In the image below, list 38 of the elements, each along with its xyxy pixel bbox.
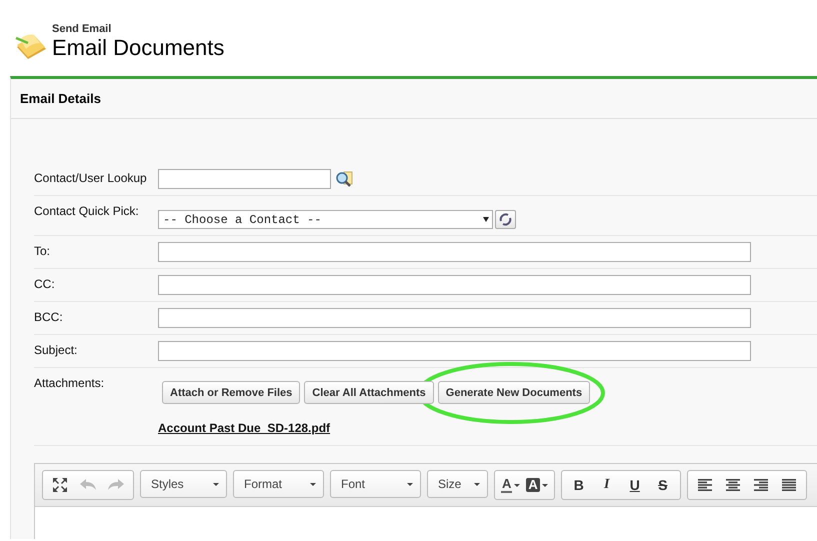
text-field[interactable]: [158, 308, 751, 328]
text-field[interactable]: [158, 242, 751, 262]
attachment-link[interactable]: Account Past Due_SD-128.pdf: [158, 421, 330, 435]
strike-button[interactable]: S: [648, 473, 677, 497]
field-label: Subject:: [34, 342, 78, 359]
attachment-button[interactable]: Clear All Attachments: [304, 381, 434, 404]
page-title: Email Documents: [52, 36, 224, 60]
align-center-icon[interactable]: [726, 479, 740, 491]
attachment-button[interactable]: Generate New Documents: [438, 381, 590, 404]
underline-button[interactable]: U: [620, 473, 649, 497]
attachment-button[interactable]: Attach or Remove Files: [162, 381, 300, 404]
italic-button[interactable]: I: [592, 473, 621, 497]
text-field[interactable]: [158, 275, 751, 295]
align-right-icon[interactable]: [754, 479, 768, 491]
refresh-icon[interactable]: [499, 213, 512, 226]
field-label: Contact/User Lookup: [34, 170, 148, 187]
panel-title: Email Details: [20, 91, 101, 106]
page-subtitle: Send Email: [52, 23, 112, 36]
text-color-button[interactable]: A: [498, 473, 524, 497]
toolbar-dropdown[interactable]: Font: [330, 470, 421, 498]
field-label: BCC:: [34, 309, 64, 326]
refresh-button[interactable]: [495, 210, 516, 229]
toolbar-dropdown[interactable]: Styles: [140, 470, 227, 498]
align-justify-icon[interactable]: [782, 479, 796, 491]
background-color-button[interactable]: A: [523, 473, 551, 497]
toolbar-dropdown[interactable]: Format: [233, 470, 324, 498]
toolbar-dropdown[interactable]: Size: [427, 470, 488, 498]
field-label: To:: [34, 243, 52, 260]
lookup-field[interactable]: [158, 169, 331, 189]
align-left-icon[interactable]: [698, 479, 712, 491]
maximize-icon[interactable]: [53, 478, 67, 492]
field-label: Contact Quick Pick:: [34, 203, 140, 220]
field-label: Attachments:: [34, 375, 106, 392]
bold-button[interactable]: B: [564, 473, 593, 497]
text-field[interactable]: [158, 341, 751, 361]
field-label: CC:: [34, 276, 56, 293]
contact-dropdown[interactable]: -- Choose a Contact --: [158, 210, 493, 229]
search-icon[interactable]: [335, 170, 353, 188]
